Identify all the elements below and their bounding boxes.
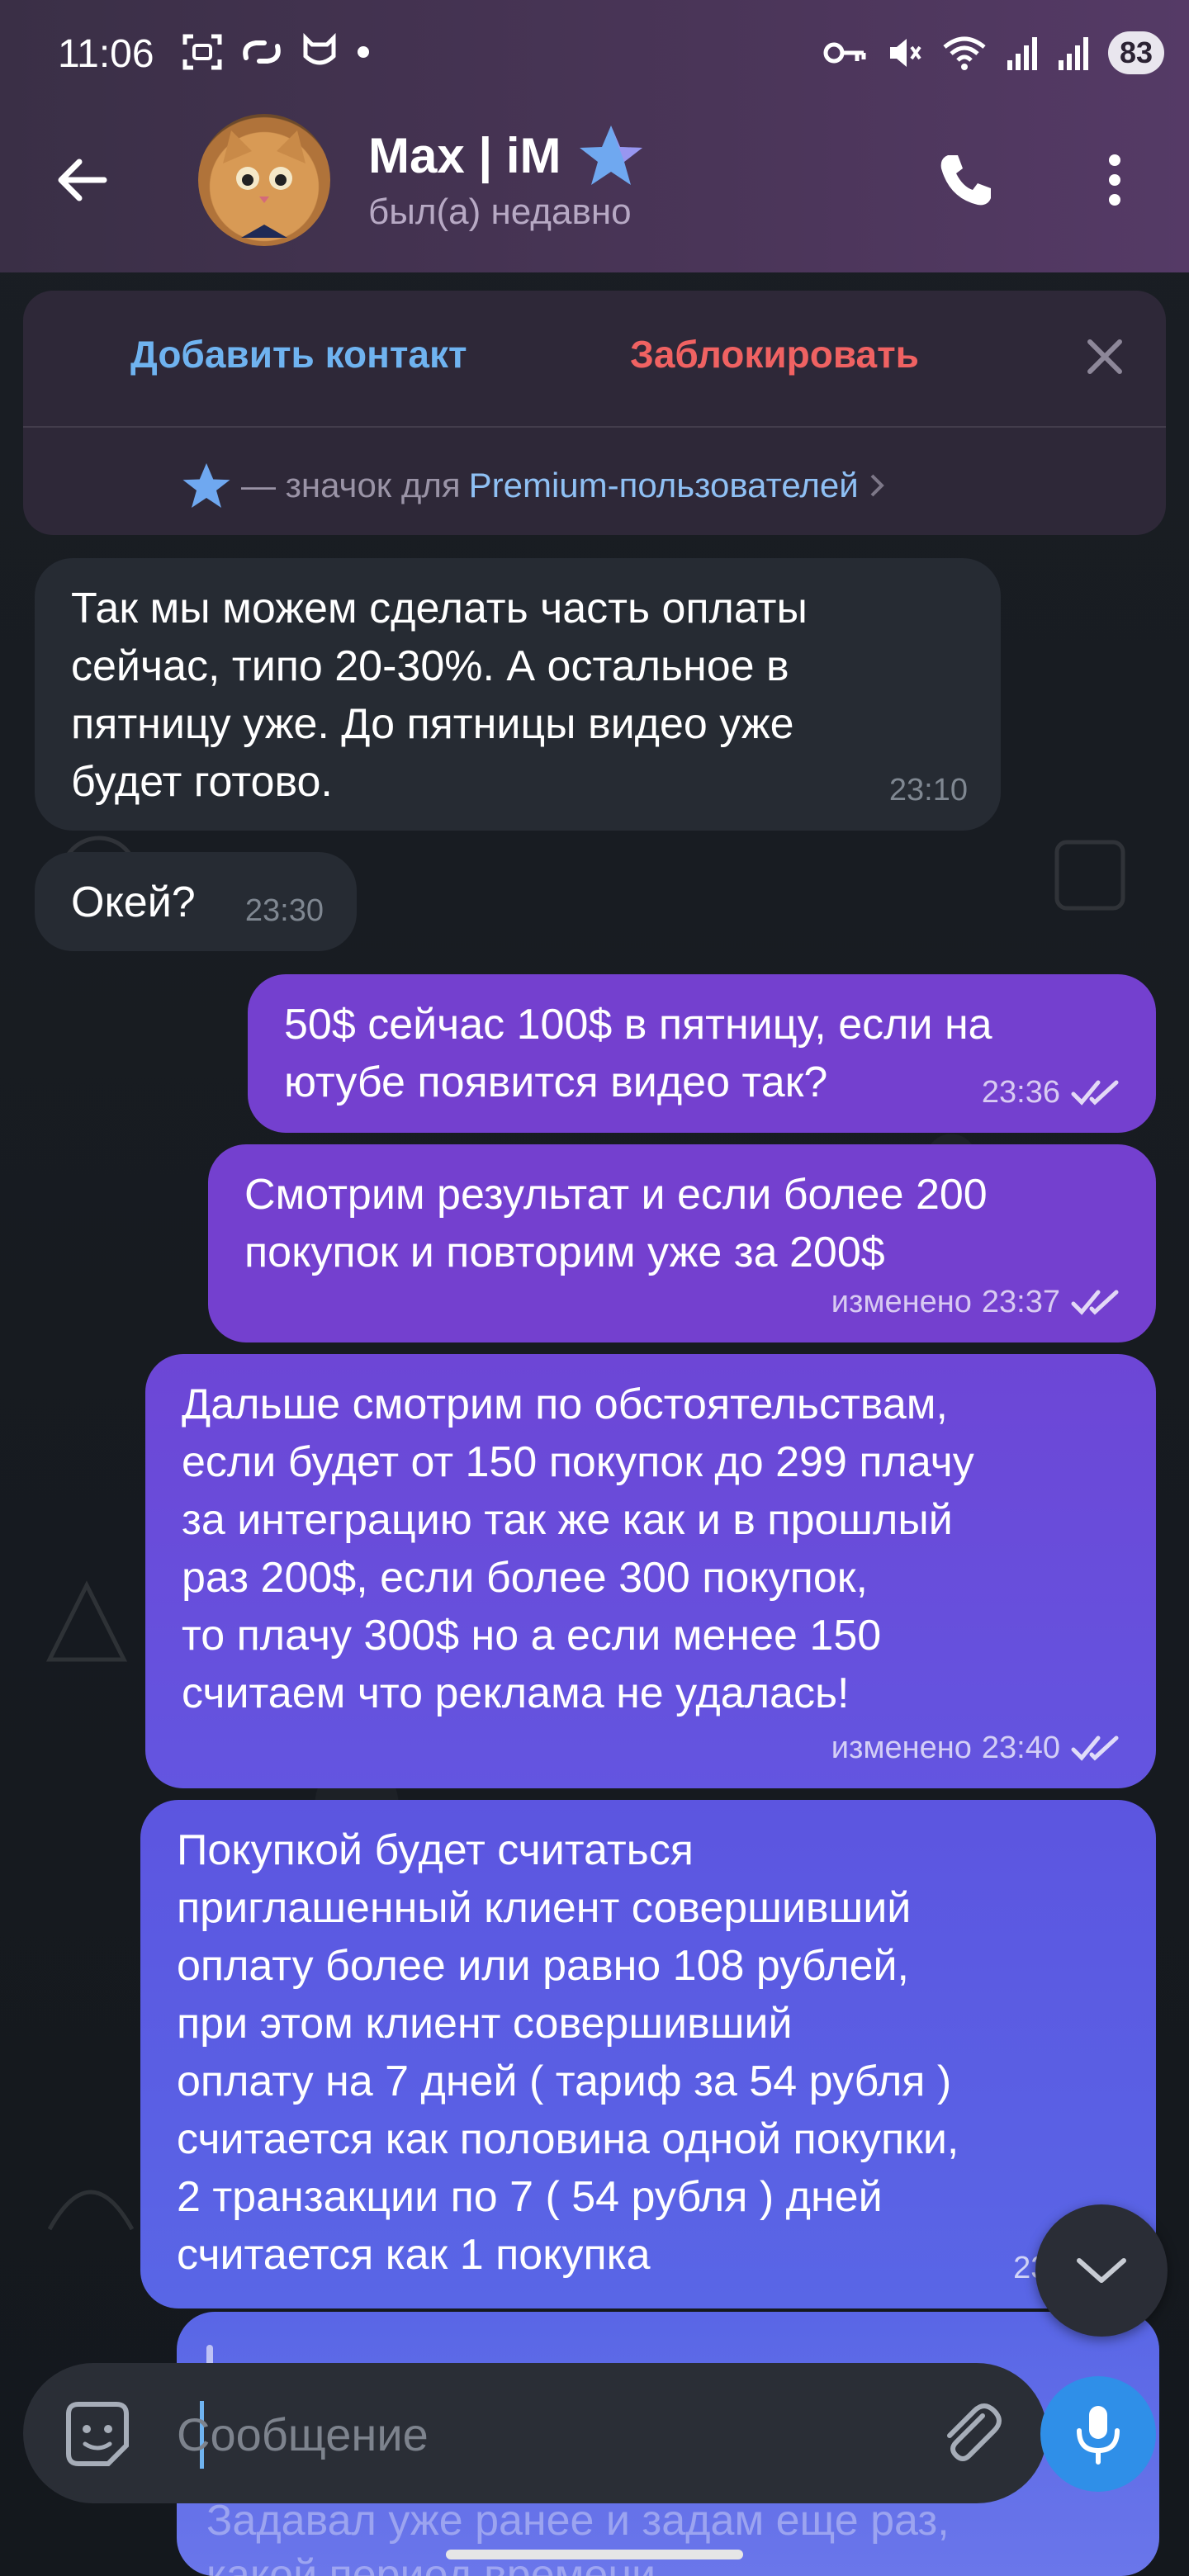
double-check-icon — [1071, 1735, 1119, 1761]
more-vertical-icon[interactable] — [1090, 147, 1139, 213]
doodle-icon — [45, 1580, 128, 1662]
message-edited: изменено — [831, 1731, 972, 1765]
message-time: 23:10 — [888, 773, 968, 807]
scroll-to-bottom-button[interactable] — [1035, 2204, 1168, 2337]
status-bar: 11:06 83 — [0, 0, 1189, 107]
message-time: 23:37 — [981, 1285, 1060, 1319]
message-composer — [23, 2363, 1047, 2503]
signal-icon — [1007, 37, 1037, 70]
premium-link[interactable]: Premium-пользователей — [469, 466, 859, 505]
new-contact-action-panel: Добавить контакт Заблокировать — значок … — [23, 291, 1166, 535]
microphone-icon — [1077, 2406, 1120, 2465]
key-icon — [823, 42, 866, 64]
message-text: Смотрим результат и если более 200 покуп… — [244, 1171, 988, 1276]
battery-indicator: 83 — [1107, 31, 1164, 74]
voice-message-button[interactable] — [1040, 2376, 1156, 2492]
premium-star-icon[interactable] — [576, 122, 646, 188]
doodle-icon — [1054, 840, 1125, 911]
signal-icon — [1058, 37, 1088, 70]
link-icon — [243, 40, 281, 64]
phone-icon[interactable] — [933, 147, 999, 213]
message-bubble-outgoing[interactable]: Смотрим результат и если более 200 покуп… — [208, 1144, 1156, 1342]
status-time: 11:06 — [58, 32, 154, 76]
contact-last-seen: был(а) недавно — [368, 192, 632, 232]
message-bubble-incoming[interactable]: Окей? 23:30 — [35, 852, 357, 951]
message-bubble-outgoing[interactable]: 50$ сейчас 100$ в пятницу, если на ютубе… — [248, 974, 1156, 1133]
shield-cat-icon — [303, 33, 336, 65]
cat-avatar-icon — [223, 130, 306, 238]
close-icon[interactable] — [1080, 332, 1130, 381]
message-bubble-incoming[interactable]: Так мы можем сделать часть оплаты сейчас… — [35, 558, 1001, 831]
status-icons-right: 83 — [822, 31, 1164, 74]
message-meta: 23:10 — [889, 761, 968, 819]
home-indicator[interactable] — [446, 2550, 743, 2559]
message-text: Так мы можем сделать часть оплаты сейчас… — [71, 585, 808, 806]
contact-name-row[interactable]: Max | iM — [368, 122, 646, 188]
message-edited: изменено — [831, 1285, 972, 1319]
panel-divider — [23, 426, 1166, 428]
message-time: 23:36 — [981, 1075, 1060, 1110]
message-bubble-outgoing[interactable]: Дальше смотрим по обстоятельствам, если … — [145, 1354, 1156, 1788]
message-text: Дальше смотрим по обстоятельствам, если … — [182, 1380, 974, 1717]
partial-message-text: Задавал уже ранее и задам еще раз, какой… — [206, 2497, 950, 2576]
message-input[interactable] — [177, 2401, 837, 2467]
chevron-right-icon — [870, 474, 884, 497]
mute-icon — [889, 39, 921, 67]
message-time: 23:40 — [981, 1731, 1060, 1765]
doodle-icon — [47, 2190, 135, 2231]
chevron-down-icon — [1077, 2258, 1126, 2283]
contact-name: Max | iM — [368, 127, 561, 183]
dot-icon — [358, 46, 369, 58]
avatar[interactable] — [198, 114, 330, 246]
message-text: Покупкой будет считаться приглашенный кл… — [177, 1826, 959, 2279]
message-meta: изменено 23:40 — [831, 1719, 1123, 1777]
double-check-icon — [1071, 1290, 1119, 1315]
double-check-icon — [1071, 1080, 1119, 1106]
message-meta: 23:36 — [972, 1063, 1123, 1121]
add-contact-button[interactable]: Добавить контакт — [130, 332, 467, 376]
back-arrow-icon[interactable] — [50, 147, 116, 213]
premium-info-row[interactable]: — значок для Premium-пользователей — [180, 461, 887, 510]
block-button[interactable]: Заблокировать — [630, 332, 919, 376]
paperclip-icon[interactable] — [931, 2394, 1011, 2474]
message-time: 23:30 — [244, 893, 324, 928]
premium-star-icon — [182, 463, 230, 508]
status-icons-left — [182, 33, 372, 71]
message-meta: изменено 23:37 — [831, 1273, 1123, 1331]
wifi-icon — [943, 36, 986, 70]
message-bubble-outgoing[interactable]: Покупкой будет считаться приглашенный кл… — [140, 1800, 1156, 2308]
premium-info-text: — значок для — [241, 466, 461, 504]
message-meta: 23:30 — [245, 882, 324, 940]
screenshot-icon — [182, 34, 222, 70]
sticker-icon[interactable] — [60, 2398, 135, 2472]
